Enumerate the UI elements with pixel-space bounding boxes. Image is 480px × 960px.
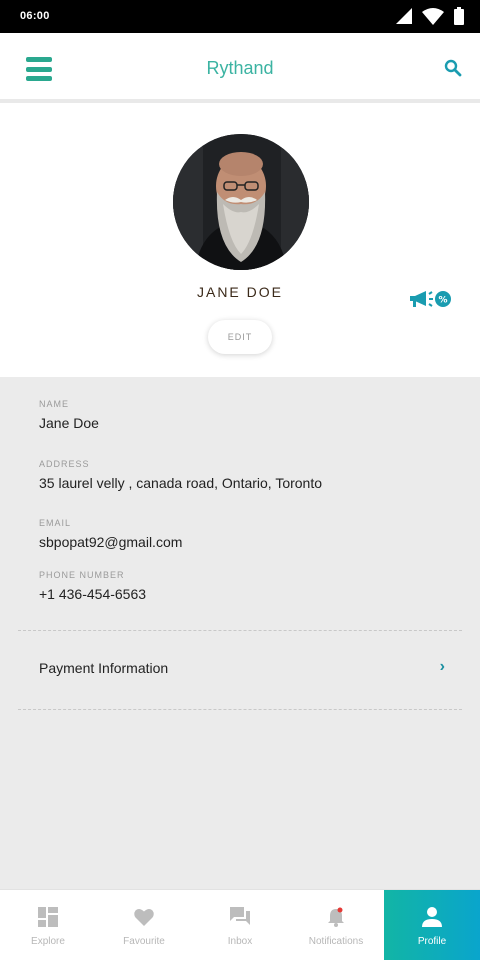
wifi-icon <box>422 7 444 25</box>
nav-explore[interactable]: Explore <box>0 890 96 960</box>
promotion-button[interactable]: % <box>408 289 452 314</box>
bell-icon <box>328 907 344 927</box>
notification-dot <box>337 907 343 913</box>
avatar-photo <box>173 134 309 270</box>
address-value: 35 laurel velly , canada road, Ontario, … <box>39 475 323 491</box>
grid-icon <box>38 907 58 927</box>
divider <box>18 709 462 710</box>
cell-signal-icon <box>396 8 412 24</box>
status-icons <box>396 7 464 25</box>
app-title: Rythand <box>206 58 274 78</box>
address-label: ADDRESS <box>39 459 90 469</box>
chat-icon <box>230 907 250 925</box>
nav-notifications[interactable]: Notifications <box>288 890 384 960</box>
megaphone-discount-icon: % <box>410 291 451 307</box>
person-icon <box>422 907 442 927</box>
search-button[interactable] <box>444 59 462 82</box>
profile-header: JANE DOE % EDIT <box>0 107 480 377</box>
nav-label: Explore <box>31 936 65 947</box>
payment-information-row[interactable]: Payment Information › <box>0 631 480 709</box>
status-time: 06:00 <box>20 10 50 22</box>
search-icon <box>444 59 462 77</box>
chevron-right-icon: › <box>439 658 445 675</box>
profile-details: NAME Jane Doe ADDRESS 35 laurel velly , … <box>0 377 480 889</box>
phone-label: PHONE NUMBER <box>39 570 125 580</box>
email-value: sbpopat92@gmail.com <box>39 534 183 550</box>
battery-icon <box>454 7 464 25</box>
nav-favourite[interactable]: Favourite <box>96 890 192 960</box>
email-label: EMAIL <box>39 518 72 528</box>
nav-inbox[interactable]: Inbox <box>192 890 288 960</box>
edit-profile-button[interactable]: EDIT <box>208 320 272 354</box>
nav-label: Inbox <box>227 936 253 947</box>
status-bar: 06:00 <box>0 0 480 33</box>
heart-icon <box>134 908 154 926</box>
phone-value: +1 436-454-6563 <box>39 586 147 602</box>
payment-information-label: Payment Information <box>39 660 169 676</box>
nav-label: Profile <box>417 936 447 947</box>
app-bar: Rythand <box>0 33 480 103</box>
nav-profile[interactable]: Profile <box>384 890 480 960</box>
svg-text:%: % <box>438 296 447 306</box>
bottom-nav: Explore Favourite Inbox Notifications Pr… <box>0 889 480 960</box>
name-label: NAME <box>39 399 70 409</box>
name-value: Jane Doe <box>39 415 99 431</box>
avatar <box>173 134 309 270</box>
nav-label: Notifications <box>308 936 364 947</box>
nav-label: Favourite <box>123 936 165 947</box>
